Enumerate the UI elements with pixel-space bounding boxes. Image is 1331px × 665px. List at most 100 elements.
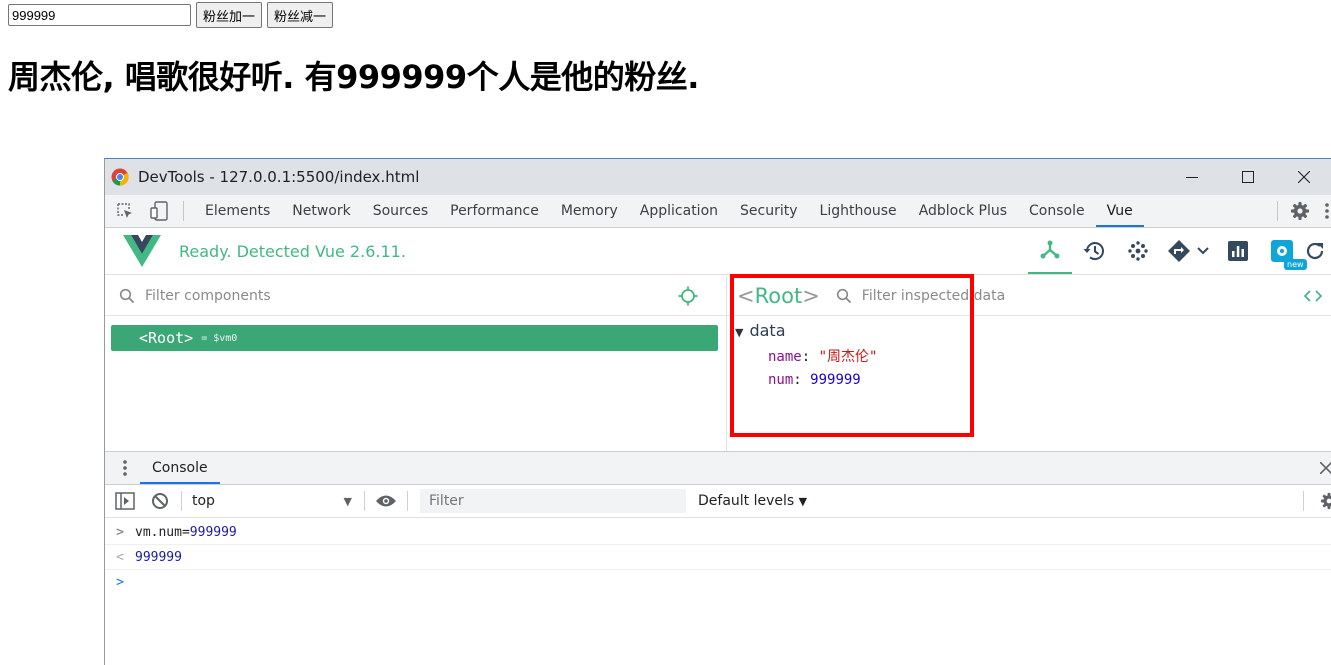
vue-logo-icon bbox=[123, 235, 161, 267]
close-button[interactable] bbox=[1276, 159, 1331, 195]
component-tree-root-row[interactable]: <Root> = $vm0 bbox=[111, 325, 718, 351]
clear-console-icon[interactable] bbox=[151, 492, 169, 510]
search-icon bbox=[119, 288, 135, 304]
toolbar-separator bbox=[407, 491, 408, 511]
inspector-pane: <Root> Filter inspected data ▼ data name:… bbox=[727, 277, 1331, 451]
toolbar-separator bbox=[364, 491, 365, 511]
inspected-component-title: <Root> bbox=[737, 284, 820, 308]
chrome-icon bbox=[111, 168, 129, 186]
settings-gear-icon[interactable] bbox=[1290, 201, 1310, 221]
devtools-window: DevTools - 127.0.0.1:5500/index.html Ele… bbox=[104, 158, 1331, 665]
console-drawer: Console top ▼ Filter Default levels ▼ > … bbox=[105, 451, 1331, 665]
root-component-label: <Root> bbox=[139, 329, 194, 347]
drawer-tab-console[interactable]: Console bbox=[140, 452, 220, 484]
console-result-line[interactable]: < 999999 bbox=[105, 545, 1331, 570]
device-toggle-icon bbox=[150, 201, 168, 221]
maximize-button[interactable] bbox=[1220, 159, 1276, 195]
inspector-data-tree: ▼ data name: "周杰伦" num: 999999 bbox=[735, 321, 877, 388]
show-sidebar-icon[interactable] bbox=[115, 492, 135, 510]
window-title: DevTools - 127.0.0.1:5500/index.html bbox=[138, 168, 420, 186]
components-tab-button[interactable] bbox=[1028, 228, 1072, 274]
close-icon bbox=[1298, 171, 1310, 183]
vue-toolbar: new bbox=[1028, 228, 1331, 274]
result-arrow-icon: < bbox=[116, 549, 124, 565]
vm-reference: = $vm0 bbox=[201, 332, 238, 344]
tab-elements[interactable]: Elements bbox=[194, 195, 281, 227]
vuex-button[interactable] bbox=[1116, 228, 1160, 274]
inspector-filter-input[interactable]: Filter inspected data bbox=[862, 288, 1005, 304]
maximize-icon bbox=[1242, 171, 1254, 183]
history-icon bbox=[1083, 242, 1104, 261]
expand-arrow-icon: ▼ bbox=[735, 326, 744, 339]
tab-application[interactable]: Application bbox=[629, 195, 729, 227]
tab-adblock-plus[interactable]: Adblock Plus bbox=[908, 195, 1018, 227]
drawer-menu-icon[interactable] bbox=[122, 459, 128, 477]
inspector-search-icon bbox=[836, 288, 851, 304]
tab-performance[interactable]: Performance bbox=[439, 195, 550, 227]
log-levels-dropdown[interactable]: Default levels ▼ bbox=[698, 493, 807, 509]
console-toolbar: top ▼ Filter Default levels ▼ bbox=[105, 485, 1331, 518]
inspector-header: <Root> Filter inspected data bbox=[727, 277, 1331, 316]
console-filter-input[interactable]: Filter bbox=[420, 489, 686, 513]
tab-separator bbox=[183, 201, 184, 221]
select-component-target-icon[interactable] bbox=[678, 286, 698, 306]
timeline-button[interactable] bbox=[1072, 228, 1116, 274]
components-filter-row[interactable]: Filter components bbox=[105, 277, 726, 316]
toolbar-separator bbox=[1303, 491, 1304, 511]
console-settings-gear-icon[interactable] bbox=[1320, 492, 1331, 510]
prompt-chevron-icon: > bbox=[116, 574, 124, 590]
dropdown-arrow-icon: ▼ bbox=[343, 494, 352, 508]
context-value: top bbox=[192, 493, 215, 509]
num-input[interactable] bbox=[8, 4, 191, 26]
data-section-header[interactable]: ▼ data bbox=[735, 321, 877, 340]
page-controls: 粉丝加一 粉丝减一 bbox=[8, 2, 334, 28]
window-titlebar: DevTools - 127.0.0.1:5500/index.html bbox=[105, 159, 1331, 195]
console-prompt[interactable]: > bbox=[105, 570, 1331, 594]
minimize-button[interactable] bbox=[1164, 159, 1220, 195]
levels-arrow-icon: ▼ bbox=[798, 495, 808, 508]
live-expression-eye-icon[interactable] bbox=[375, 494, 397, 508]
page-headline: 周杰伦, 唱歌很好听. 有999999个人是他的粉丝. bbox=[8, 58, 699, 96]
component-tree-icon bbox=[1040, 240, 1060, 259]
fans-minus-button[interactable]: 粉丝减一 bbox=[267, 2, 334, 28]
tab-security[interactable]: Security bbox=[729, 195, 809, 227]
tab-sources[interactable]: Sources bbox=[362, 195, 439, 227]
toolbar-separator bbox=[181, 491, 182, 511]
vue-devtools-header: Ready. Detected Vue 2.6.11. new bbox=[105, 228, 1331, 275]
components-filter-input[interactable]: Filter components bbox=[145, 288, 271, 304]
routing-button[interactable] bbox=[1160, 228, 1216, 274]
drawer-tabbar: Console bbox=[105, 452, 1331, 485]
tab-lighthouse[interactable]: Lighthouse bbox=[809, 195, 908, 227]
inspect-element-icon bbox=[117, 203, 132, 218]
vuex-dots-icon bbox=[1128, 241, 1148, 261]
input-chevron-icon: > bbox=[116, 524, 124, 540]
components-pane: Filter components <Root> = $vm0 bbox=[105, 277, 727, 451]
tab-network[interactable]: Network bbox=[281, 195, 361, 227]
data-prop-row[interactable]: num: 999999 bbox=[768, 372, 877, 388]
tab-vue[interactable]: Vue bbox=[1095, 195, 1144, 227]
chevron-down-icon bbox=[1197, 247, 1209, 255]
tabbar-right-tools bbox=[1277, 195, 1331, 227]
context-select[interactable]: top ▼ bbox=[192, 493, 352, 509]
more-options-icon[interactable] bbox=[1324, 202, 1330, 220]
vue-panes: Filter components <Root> = $vm0 <Root> F… bbox=[105, 277, 1331, 451]
window-controls bbox=[1164, 159, 1331, 195]
bar-chart-icon bbox=[1228, 241, 1248, 261]
code-brackets-icon[interactable] bbox=[1304, 289, 1322, 303]
tab-memory[interactable]: Memory bbox=[550, 195, 629, 227]
fans-plus-button[interactable]: 粉丝加一 bbox=[196, 2, 263, 28]
inspect-element-button[interactable] bbox=[115, 201, 135, 221]
drawer-close-icon[interactable] bbox=[1320, 462, 1331, 474]
console-input-line[interactable]: > vm.num= 999999 bbox=[105, 520, 1331, 545]
data-prop-row[interactable]: name: "周杰伦" bbox=[768, 346, 877, 366]
devtools-tabbar: Elements Network Sources Performance Mem… bbox=[105, 195, 1331, 228]
refresh-icon bbox=[1306, 242, 1324, 260]
minimize-icon bbox=[1186, 177, 1198, 178]
device-toolbar-button[interactable] bbox=[149, 201, 169, 221]
tab-console[interactable]: Console bbox=[1018, 195, 1096, 227]
vue-settings-button[interactable]: new bbox=[1260, 228, 1307, 274]
performance-button[interactable] bbox=[1216, 228, 1260, 274]
routing-icon bbox=[1168, 240, 1190, 262]
vue-status-text: Ready. Detected Vue 2.6.11. bbox=[179, 241, 406, 261]
refresh-button[interactable] bbox=[1304, 228, 1331, 274]
